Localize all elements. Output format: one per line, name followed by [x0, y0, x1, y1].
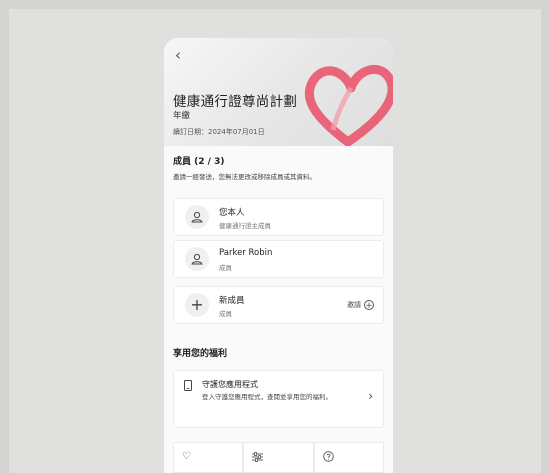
- help-circle-icon: [322, 451, 334, 462]
- back-button[interactable]: ‹: [175, 46, 181, 64]
- member-name: 新成員: [219, 296, 245, 306]
- member-card-new[interactable]: + 新成員 成員 邀請 +: [173, 286, 384, 324]
- member-card-self[interactable]: 您本人 健康通行證主成員: [173, 198, 384, 236]
- benefit-tiles: ♡: [173, 442, 384, 473]
- benefit-tile-health[interactable]: ♡: [173, 442, 244, 473]
- member-role: 成員: [219, 264, 232, 272]
- members-title: 成員 (2 / 3): [173, 157, 225, 167]
- member-card-parker[interactable]: Parker Robin 成員: [173, 240, 384, 278]
- invite-button[interactable]: 邀請 +: [347, 300, 374, 311]
- renewal-date: 續訂日期：2024年07月01日: [173, 128, 265, 136]
- plan-header: ‹ 健康通行證尊尚計劃 年繳 續訂日期：2024年07月01日: [164, 38, 393, 146]
- members-note: 邀請一經發送，您無法更改或移除成員或其資料。: [173, 173, 316, 181]
- benefit-tile-help[interactable]: [313, 442, 384, 473]
- benefit-title: 守護您應用程式: [202, 380, 258, 389]
- person-icon: [185, 247, 209, 271]
- chevron-right-icon: ›: [368, 389, 373, 403]
- plan-title: 健康通行證尊尚計劃: [173, 94, 298, 110]
- app-benefit-card[interactable]: 守護您應用程式 登入守護您應用程式，查閱並享用您的福利。 ›: [173, 370, 384, 428]
- benefit-description: 登入守護您應用程式，查閱並享用您的福利。: [202, 393, 332, 401]
- benefit-tile-settings[interactable]: [243, 442, 314, 473]
- phone-icon: [184, 380, 192, 391]
- member-name: Parker Robin: [219, 248, 273, 258]
- plus-icon: +: [185, 293, 209, 317]
- phone-screen: ‹ 健康通行證尊尚計劃 年繳 續訂日期：2024年07月01日 成員 (2 / …: [164, 38, 393, 473]
- sliders-icon: [252, 452, 264, 462]
- heart-ribbon-graphic: [304, 64, 393, 146]
- member-name: 您本人: [219, 208, 245, 218]
- member-role: 成員: [219, 310, 232, 318]
- invite-label: 邀請: [347, 301, 361, 309]
- benefits-title: 享用您的福利: [173, 349, 228, 359]
- billing-cycle: 年繳: [173, 111, 191, 121]
- add-circle-icon: +: [364, 300, 374, 311]
- person-icon: [185, 205, 209, 229]
- heart-outline-icon: ♡: [182, 451, 191, 462]
- member-role: 健康通行證主成員: [219, 222, 271, 230]
